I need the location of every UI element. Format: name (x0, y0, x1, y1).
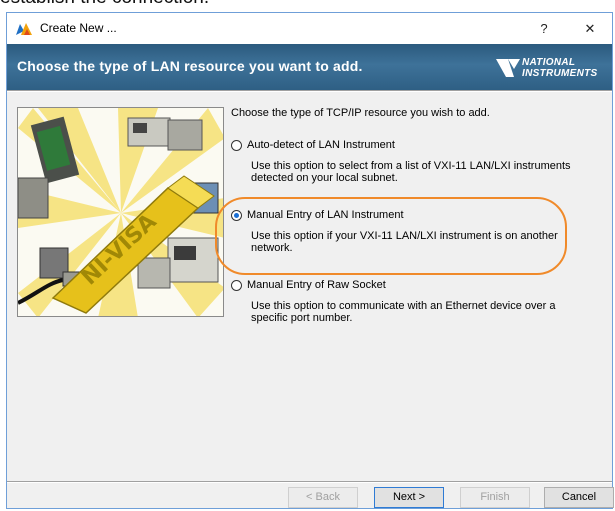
option-description-manual-lan: Use this option if your VXI-11 LAN/LXI i… (251, 230, 558, 254)
title-bar[interactable]: Create New ... ? ✕ (7, 13, 612, 44)
help-button[interactable]: ? (521, 13, 567, 44)
option-label-manual-lan[interactable]: Manual Entry of LAN Instrument (247, 208, 404, 222)
close-button[interactable]: ✕ (567, 13, 613, 44)
header-banner: Choose the type of LAN resource you want… (7, 44, 612, 90)
radio-raw-socket[interactable] (231, 280, 242, 291)
illustration-graphic: NI-VISA (18, 108, 223, 316)
logo-line-1: NATIONAL (522, 57, 576, 68)
finish-button[interactable]: Finish (460, 487, 530, 508)
ni-visa-illustration: NI-VISA (17, 107, 224, 317)
option-description-raw-socket: Use this option to communicate with an E… (251, 300, 556, 324)
cancel-button[interactable]: Cancel (544, 487, 614, 508)
separator (7, 481, 612, 483)
back-button[interactable]: < Back (288, 487, 358, 508)
background-document-text: establish the connection. (0, 0, 209, 10)
create-new-dialog: Create New ... ? ✕ Choose the type of LA… (6, 12, 614, 509)
banner-text: Choose the type of LAN resource you want… (17, 58, 363, 74)
option-description-auto-detect: Use this option to select from a list of… (251, 160, 571, 184)
option-label-auto-detect[interactable]: Auto-detect of LAN Instrument (247, 138, 395, 152)
logo-line-2: INSTRUMENTS (522, 68, 598, 79)
national-instruments-logo: NATIONAL INSTRUMENTS (494, 53, 614, 83)
next-button[interactable]: Next > (374, 487, 444, 508)
ni-app-icon (16, 23, 32, 35)
ni-eagle-icon (496, 59, 520, 77)
option-label-raw-socket[interactable]: Manual Entry of Raw Socket (247, 278, 386, 292)
instructions-heading: Choose the type of TCP/IP resource you w… (231, 107, 490, 119)
radio-auto-detect[interactable] (231, 140, 242, 151)
separator (7, 90, 612, 92)
radio-manual-lan[interactable] (231, 210, 242, 221)
window-title: Create New ... (40, 21, 117, 35)
